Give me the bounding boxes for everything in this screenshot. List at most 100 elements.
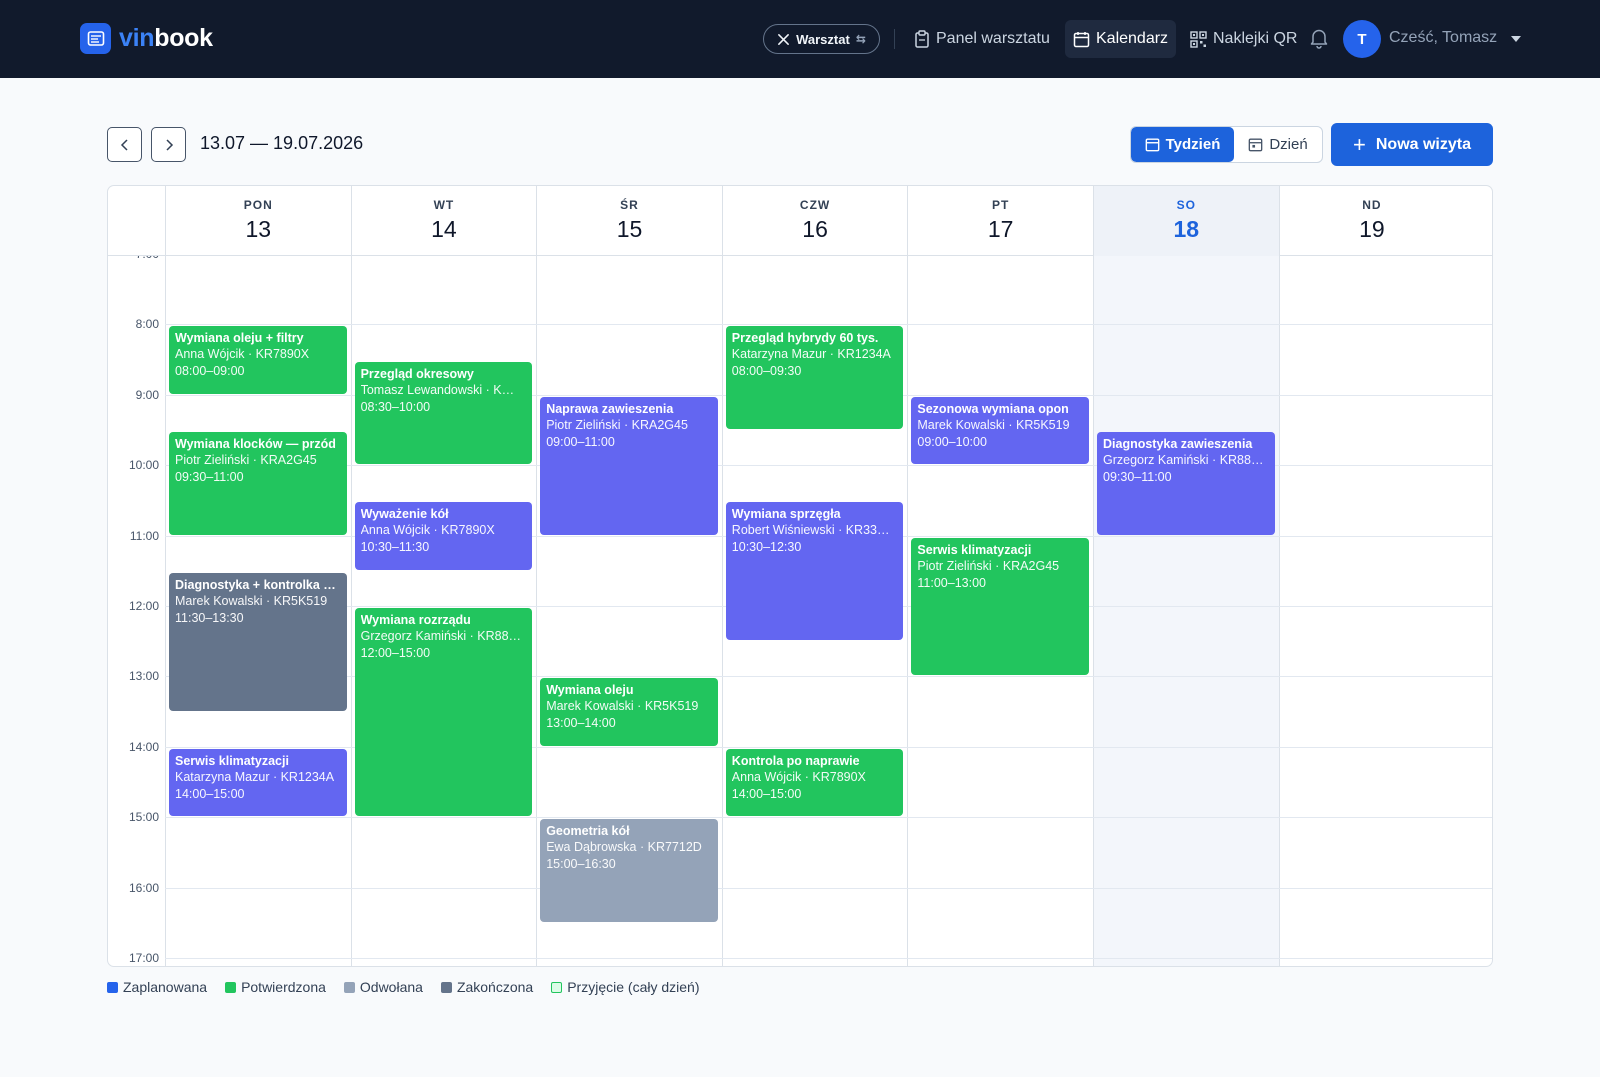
- nav-workshop-panel[interactable]: Panel warsztatu: [906, 20, 1058, 58]
- legend-item: Zakończona: [440, 979, 533, 995]
- legend-swatch: [551, 981, 563, 993]
- day-name: CZW: [799, 198, 831, 212]
- appointment-card[interactable]: Przegląd hybrydy 60 tys. Katarzyna Mazur …: [725, 326, 904, 429]
- calendar-icon: [1073, 31, 1090, 47]
- day-header[interactable]: PON 13: [165, 186, 351, 256]
- new-visit-button[interactable]: + Nowa wizyta: [1331, 123, 1493, 166]
- week-view-button[interactable]: Tydzień: [1131, 127, 1234, 162]
- appointment-customer: Anna Wójcik · KR7890X: [731, 769, 866, 784]
- appointment-card[interactable]: Diagnostyka zawieszenia Grzegorz Kamiński…: [1097, 432, 1275, 535]
- appointment-title: Geometria kół: [546, 824, 630, 839]
- legend-label: Odwołana: [359, 979, 423, 995]
- nav-divider: [894, 29, 895, 49]
- appointment-card[interactable]: Diagnostyka + kontrolka … Marek Kowalski …: [169, 572, 347, 711]
- appointment-time: 09:30–11:00: [175, 470, 244, 484]
- day-header[interactable]: ŚR 15: [536, 186, 722, 256]
- appointment-customer: Piotr Zieliński · KRA2G45: [546, 417, 688, 432]
- chevron-right-icon: [165, 138, 173, 151]
- appointment-title: Przegląd hybrydy 60 tys.: [731, 331, 879, 346]
- nav-qr-stickers[interactable]: Naklejki QR: [1182, 20, 1305, 58]
- appointment-time: 11:00–13:00: [917, 575, 986, 590]
- appointment-card[interactable]: Wymiana oleju Marek Kowalski · KR5K519 13:…: [540, 678, 718, 746]
- avatar[interactable]: T: [1343, 20, 1381, 58]
- bell-icon[interactable]: [1309, 27, 1329, 54]
- day-header[interactable]: ND 19: [1278, 186, 1465, 256]
- legend-label: Zaplanowana: [123, 979, 208, 995]
- hour-label: 17:00: [128, 951, 159, 965]
- appointment-card[interactable]: Wymiana sprzęgła Robert Wiśniewski · KR33…: [725, 502, 904, 641]
- appointment-time: 09:00–11:00: [546, 434, 615, 449]
- day-name: PT: [992, 198, 1010, 212]
- appointment-customer: Marek Kowalski · KR5K519: [546, 699, 699, 714]
- logo[interactable]: vinbook: [80, 23, 213, 54]
- appointment-card[interactable]: Wyważenie kół Anna Wójcik · KR7890X 10:30–…: [354, 502, 533, 570]
- legend-swatch: [107, 981, 118, 993]
- calendar-day-icon: [1248, 138, 1263, 152]
- appointment-time: 14:00–15:00: [731, 786, 802, 801]
- day-header[interactable]: PT 17: [907, 186, 1093, 256]
- appointment-card[interactable]: Naprawa zawieszenia Piotr Zieliński · KRA…: [540, 396, 718, 535]
- appointment-title: Diagnostyka zawieszenia: [1103, 437, 1253, 451]
- appointment-card[interactable]: Wymiana rozrządu Grzegorz Kamiński · KR88…: [354, 608, 533, 817]
- appointment-time: 15:00–16:30: [546, 857, 616, 872]
- nav-label: Naklejki QR: [1213, 30, 1298, 47]
- appointment-time: 08:00–09:30: [731, 364, 802, 379]
- workshop-label: Warsztat: [796, 31, 850, 47]
- appointment-card[interactable]: Sezonowa wymiana opon Marek Kowalski · KR…: [911, 396, 1089, 465]
- prev-week-button[interactable]: [107, 127, 142, 162]
- hour-line: [165, 958, 1492, 959]
- appointment-title: Serwis klimatyzacji: [175, 753, 289, 768]
- day-view-button[interactable]: Dzień: [1234, 127, 1322, 162]
- legend-item: Przyjęcie (cały dzień): [551, 979, 699, 995]
- appointment-title: Serwis klimatyzacji: [917, 542, 1032, 557]
- calendar-icon: [1145, 138, 1160, 152]
- hour-line: [165, 887, 1492, 889]
- appointment-customer: Piotr Zieliński · KRA2G45: [175, 453, 317, 467]
- day-number: 16: [802, 216, 828, 242]
- day-header[interactable]: SO 18: [1093, 186, 1279, 256]
- next-week-button[interactable]: [151, 127, 186, 162]
- appointment-card[interactable]: Kontrola po naprawie Anna Wójcik · KR7890…: [725, 748, 904, 817]
- appointment-title: Kontrola po naprawie: [731, 753, 860, 768]
- appointment-customer: Marek Kowalski · KR5K519: [175, 593, 328, 608]
- nav-calendar[interactable]: Kalendarz: [1065, 20, 1177, 58]
- appointment-card[interactable]: Geometria kół Ewa Dąbrowska · KR7712D 15:0…: [540, 819, 718, 922]
- chevron-down-icon[interactable]: [1511, 36, 1521, 42]
- appointment-card[interactable]: Przegląd okresowy Tomasz Lewandowski · K……: [354, 361, 533, 465]
- appointment-card[interactable]: Wymiana klocków — przód Piotr Zieliński ·…: [169, 432, 347, 535]
- calendar-grid: 7:00 8:00 9:00 10:00 11:00 12:00 13:00 14:00 15:…: [108, 256, 1492, 966]
- workshop-switcher[interactable]: Warsztat ⇆: [763, 24, 880, 54]
- new-visit-label: Nowa wizyta: [1375, 135, 1471, 153]
- appointment-customer: Katarzyna Mazur · KR1234A: [731, 347, 891, 362]
- qr-code-icon: [1190, 30, 1207, 48]
- day-header[interactable]: WT 14: [350, 186, 537, 256]
- day-column[interactable]: [1093, 256, 1279, 966]
- legend-swatch: [225, 981, 237, 993]
- day-name: ŚR: [620, 198, 639, 212]
- appointment-title: Wymiana oleju + filtry: [175, 331, 304, 346]
- week-calendar: PON 13 WT 14 ŚR 15 CZW 16 PT 17 SO 18 ND 19 7:00 8:00 9…: [107, 185, 1493, 967]
- appointment-time: 12:00–15:00: [360, 646, 431, 660]
- appointment-customer: Robert Wiśniewski · KR33…: [731, 523, 890, 538]
- week-view-label: Tydzień: [1165, 136, 1221, 153]
- hour-label: 9:00: [135, 387, 159, 402]
- day-name: ND: [1362, 198, 1382, 212]
- appointment-card[interactable]: Wymiana oleju + filtry Anna Wójcik · KR78…: [169, 326, 347, 394]
- day-column[interactable]: [1278, 256, 1465, 966]
- appointment-customer: Grzegorz Kamiński · KR88…: [360, 629, 522, 643]
- appointment-customer: Anna Wójcik · KR7890X: [175, 347, 310, 362]
- appointment-title: Naprawa zawieszenia: [546, 401, 674, 416]
- appointment-customer: Tomasz Lewandowski · K…: [360, 382, 515, 397]
- user-greeting[interactable]: Cześć, Tomasz: [1389, 29, 1497, 47]
- appointment-time: 10:30–11:30: [360, 540, 430, 555]
- view-toggle: Tydzień Dzień: [1130, 126, 1323, 163]
- day-header[interactable]: CZW 16: [721, 186, 908, 256]
- brand-prefix: vin: [119, 24, 155, 52]
- swap-icon: ⇆: [855, 32, 866, 46]
- hour-label: 8:00: [135, 317, 159, 332]
- plus-icon: +: [1353, 131, 1366, 157]
- hour-label: 16:00: [128, 880, 159, 895]
- legend-swatch: [440, 981, 452, 993]
- appointment-card[interactable]: Serwis klimatyzacji Piotr Zieliński · KRA…: [911, 537, 1089, 676]
- appointment-card[interactable]: Serwis klimatyzacji Katarzyna Mazur · KR1…: [169, 748, 347, 817]
